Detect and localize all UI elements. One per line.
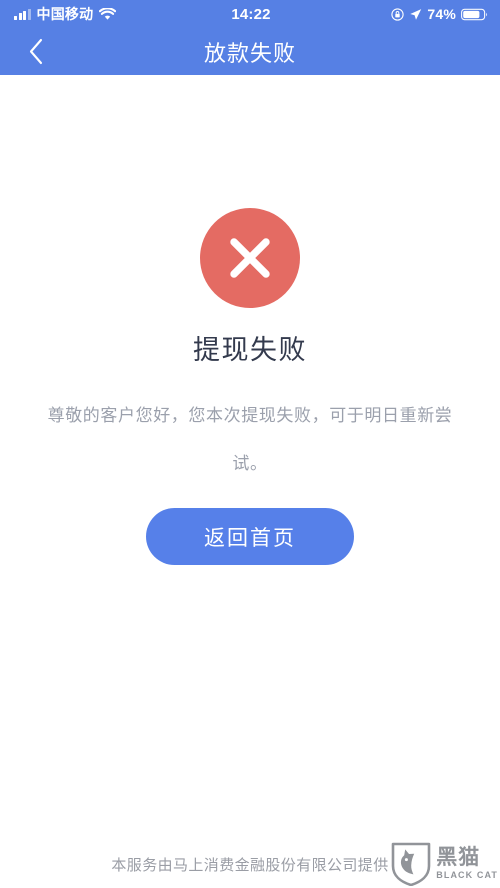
page-title: 放款失败	[203, 40, 296, 66]
status-bar-clock: 14:22	[231, 5, 271, 23]
black-cat-shield-icon	[390, 841, 432, 886]
status-bar-right: 74%	[338, 6, 488, 22]
main-content: 提现失败 尊敬的客户您好，您本次提现失败，可于明日重新尝试。 返回首页	[0, 75, 500, 840]
return-home-button[interactable]: 返回首页	[146, 508, 354, 565]
result-title: 提现失败	[193, 335, 307, 365]
signal-bars-icon	[14, 8, 31, 20]
error-circle-x-icon	[200, 208, 300, 308]
battery-percent-label: 74%	[427, 6, 456, 22]
nav-bar: 放款失败	[0, 28, 500, 75]
watermark-name-en: BLACK CAT	[436, 870, 498, 881]
rotation-lock-icon	[391, 7, 405, 21]
app-screen: 中国移动 14:22 74% 放款失败 提现失败 尊敬的客户您好，您本次提现失败…	[0, 0, 500, 888]
chevron-left-icon	[28, 38, 44, 65]
location-arrow-icon	[409, 8, 422, 21]
black-cat-watermark: 黑猫 BLACK CAT	[390, 841, 498, 886]
header: 中国移动 14:22 74% 放款失败	[0, 0, 500, 75]
footer: 本服务由马上消费金融股份有限公司提供 黑猫 BLACK CAT	[0, 840, 500, 888]
status-bar: 中国移动 14:22 74%	[0, 0, 500, 28]
back-button[interactable]	[14, 28, 58, 75]
status-bar-left: 中国移动	[14, 4, 164, 24]
carrier-label: 中国移动	[36, 6, 94, 22]
result-message: 尊敬的客户您好，您本次提现失败，可于明日重新尝试。	[47, 406, 453, 473]
watermark-name-cn: 黑猫	[436, 845, 481, 869]
footer-provider-label: 本服务由马上消费金融股份有限公司提供	[111, 856, 389, 874]
black-cat-wordmark: 黑猫 BLACK CAT	[436, 845, 498, 881]
wifi-icon	[99, 7, 117, 21]
battery-icon	[461, 8, 488, 21]
